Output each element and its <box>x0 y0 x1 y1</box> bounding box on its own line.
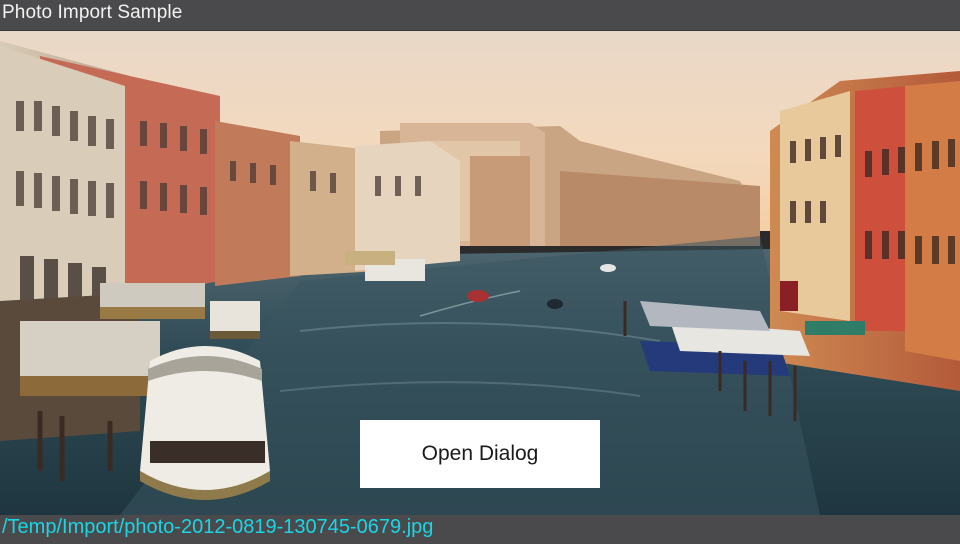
file-path-text: /Temp/Import/photo-2012-0819-130745-0679… <box>2 516 434 538</box>
status-bar: /Temp/Import/photo-2012-0819-130745-0679… <box>0 515 960 544</box>
window-title: Photo Import Sample <box>2 2 183 23</box>
title-bar: Photo Import Sample <box>0 0 960 31</box>
open-dialog-button[interactable]: Open Dialog <box>360 420 600 488</box>
app-window: Photo Import Sample Open Dialog /Temp/Im… <box>0 0 960 544</box>
